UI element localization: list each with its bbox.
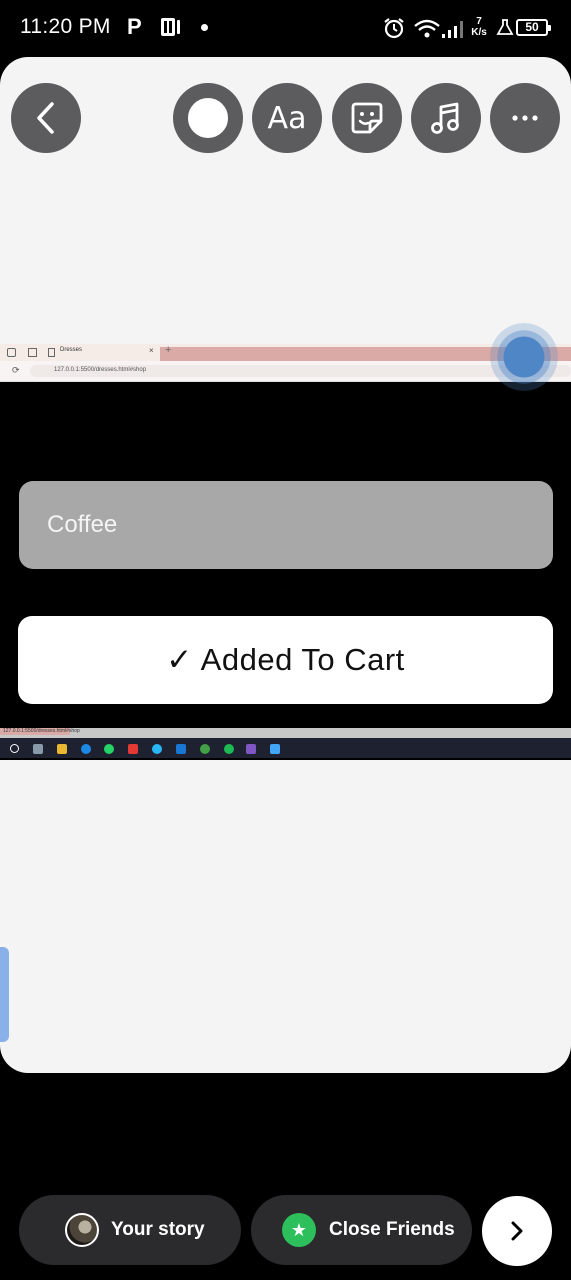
taskbar-edge-icon (152, 744, 162, 754)
taskbar-settings-icon (246, 744, 256, 754)
touch-indicator (490, 323, 558, 391)
taskbar-spotify-icon (224, 744, 234, 754)
back-button[interactable] (11, 83, 81, 153)
close-friends-button[interactable]: ★ Close Friends (251, 1195, 472, 1265)
status-url-strip (0, 728, 571, 738)
flask-icon (496, 19, 514, 35)
taskbar-search-icon (10, 744, 19, 753)
more-horizontal-icon (512, 115, 538, 121)
chevron-right-icon (511, 1221, 523, 1241)
added-to-cart-button: ✓ Added To Cart (18, 616, 553, 704)
taskbar-explorer-icon (57, 744, 67, 754)
windows-taskbar (0, 738, 571, 758)
taskbar-app-icon (128, 744, 138, 754)
browser-tab-title: Dresses (60, 347, 83, 353)
wifi-signal-icon (414, 19, 463, 38)
text-tool-button[interactable]: Aa (252, 83, 322, 153)
chevron-left-icon (37, 102, 54, 134)
status-bar: 11:20 PM P 7 K/s 50 (0, 0, 571, 56)
new-tab-icon: + (165, 344, 172, 356)
battery-indicator: 50 (516, 19, 551, 36)
network-speed: 7 K/s (471, 16, 487, 38)
draw-circle-icon (188, 98, 228, 138)
browser-profile-icon (7, 348, 16, 357)
notification-dot-icon (201, 24, 208, 31)
browser-tabs-icon (28, 348, 37, 357)
coffee-field: Coffee (19, 481, 553, 569)
more-options-button[interactable] (490, 83, 560, 153)
status-url-text: 127.0.0.1:5500/dresses.html#shop (3, 728, 80, 734)
browser-tab-bar: Dresses × + (0, 344, 571, 361)
carrier-p-icon: P (127, 14, 142, 39)
taskbar-vscode-icon (176, 744, 186, 754)
edge-panel-handle[interactable] (0, 947, 9, 1042)
your-story-label: Your story (111, 1219, 205, 1240)
text-tool-label: Aa (267, 100, 307, 136)
star-icon: ★ (282, 1213, 316, 1247)
avatar (65, 1213, 99, 1247)
music-note-icon (431, 102, 459, 134)
added-to-cart-label: Added To Cart (200, 642, 405, 677)
taskbar-green-app-icon (200, 744, 210, 754)
close-friends-label: Close Friends (329, 1219, 455, 1240)
shared-screenshot-image[interactable]: Dresses × + ⟳ 127.0.0.1:5500/dresses.htm… (0, 344, 571, 760)
story-canvas[interactable]: Aa Dresses × + ⟳ 127.0.0.1:5500/dresses.… (0, 57, 571, 1073)
page-icon (48, 348, 55, 357)
notification-app-icon (161, 18, 180, 36)
taskbar-photos-icon (270, 744, 280, 754)
coffee-field-text: Coffee (47, 511, 118, 538)
share-next-button[interactable] (482, 1196, 552, 1266)
reload-icon: ⟳ (12, 365, 20, 375)
taskbar-whatsapp-icon (104, 744, 114, 754)
sticker-button[interactable] (332, 83, 402, 153)
music-button[interactable] (411, 83, 481, 153)
taskbar-telegram-icon (81, 744, 91, 754)
taskbar-taskview-icon (33, 744, 43, 754)
alarm-icon (384, 18, 404, 39)
your-story-button[interactable]: Your story (19, 1195, 241, 1265)
browser-address-row: ⟳ 127.0.0.1:5500/dresses.html#shop (0, 361, 571, 382)
draw-button[interactable] (173, 83, 243, 153)
status-time: 11:20 PM (20, 15, 111, 38)
sticker-icon (351, 102, 383, 134)
address-url: 127.0.0.1:5500/dresses.html#shop (54, 367, 147, 373)
checkmark-icon: ✓ (166, 642, 193, 678)
close-tab-icon: × (149, 346, 154, 355)
